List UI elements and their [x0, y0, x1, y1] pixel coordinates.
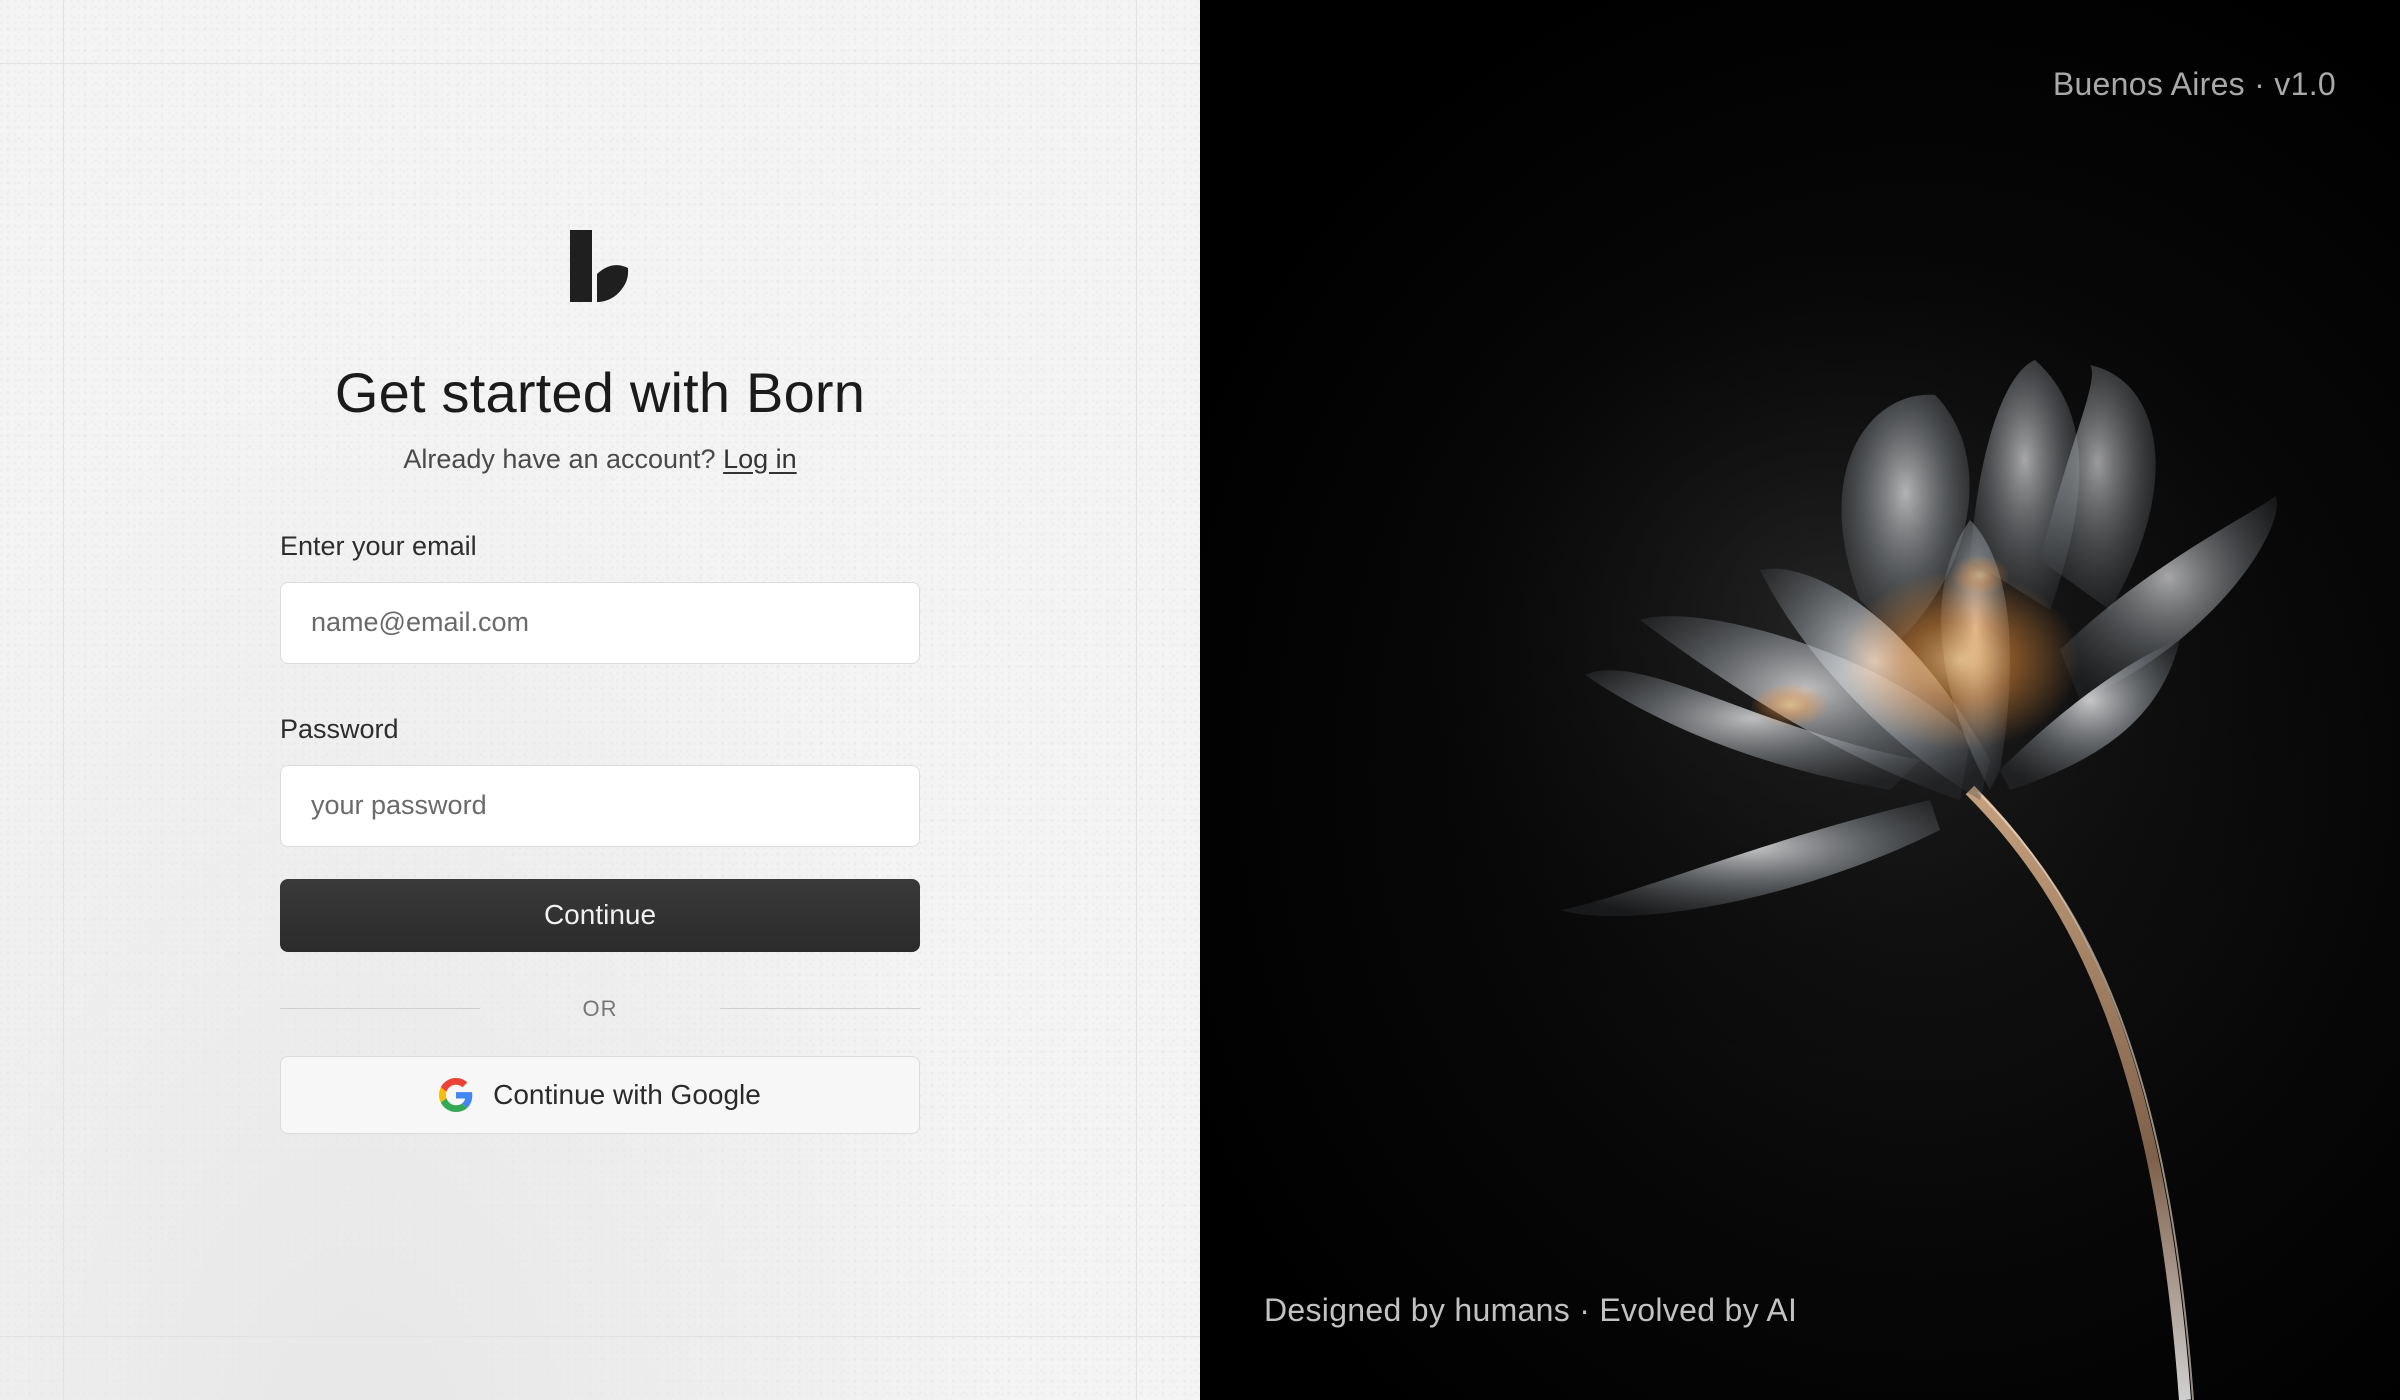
continue-button[interactable]: Continue [280, 878, 920, 952]
google-button-label: Continue with Google [493, 1078, 761, 1110]
login-prompt: Already have an account? Log in [280, 444, 920, 475]
version-label: Buenos Aires · v1.0 [2052, 66, 2336, 102]
signup-panel: Get started with Born Already have an ac… [0, 0, 1200, 1400]
divider-label: OR [582, 995, 618, 1021]
google-icon [439, 1077, 473, 1112]
glass-flower-image [1320, 160, 2360, 1400]
divider-line [280, 1007, 480, 1010]
password-field[interactable] [280, 764, 920, 847]
born-logo-icon [570, 230, 629, 303]
or-divider: OR [280, 994, 920, 1024]
guide-line [63, 0, 64, 1400]
guide-line [0, 63, 1200, 64]
showcase-panel: Buenos Aires · v1.0 Designed by humans ·… [1200, 0, 2400, 1400]
signup-form: Get started with Born Already have an ac… [280, 230, 920, 1134]
signup-page: Get started with Born Already have an ac… [0, 0, 2400, 1400]
login-link[interactable]: Log in [723, 444, 797, 474]
google-signin-button[interactable]: Continue with Google [280, 1055, 920, 1134]
divider-line [720, 1007, 920, 1010]
guide-line [0, 1336, 1200, 1337]
tagline: Designed by humans · Evolved by AI [1264, 1292, 1798, 1328]
page-title: Get started with Born [334, 361, 866, 424]
email-label: Enter your email [280, 530, 477, 561]
login-prompt-text: Already have an account? [403, 443, 716, 474]
password-label: Password [280, 713, 399, 744]
email-field[interactable] [280, 581, 920, 664]
guide-line [1136, 0, 1137, 1400]
